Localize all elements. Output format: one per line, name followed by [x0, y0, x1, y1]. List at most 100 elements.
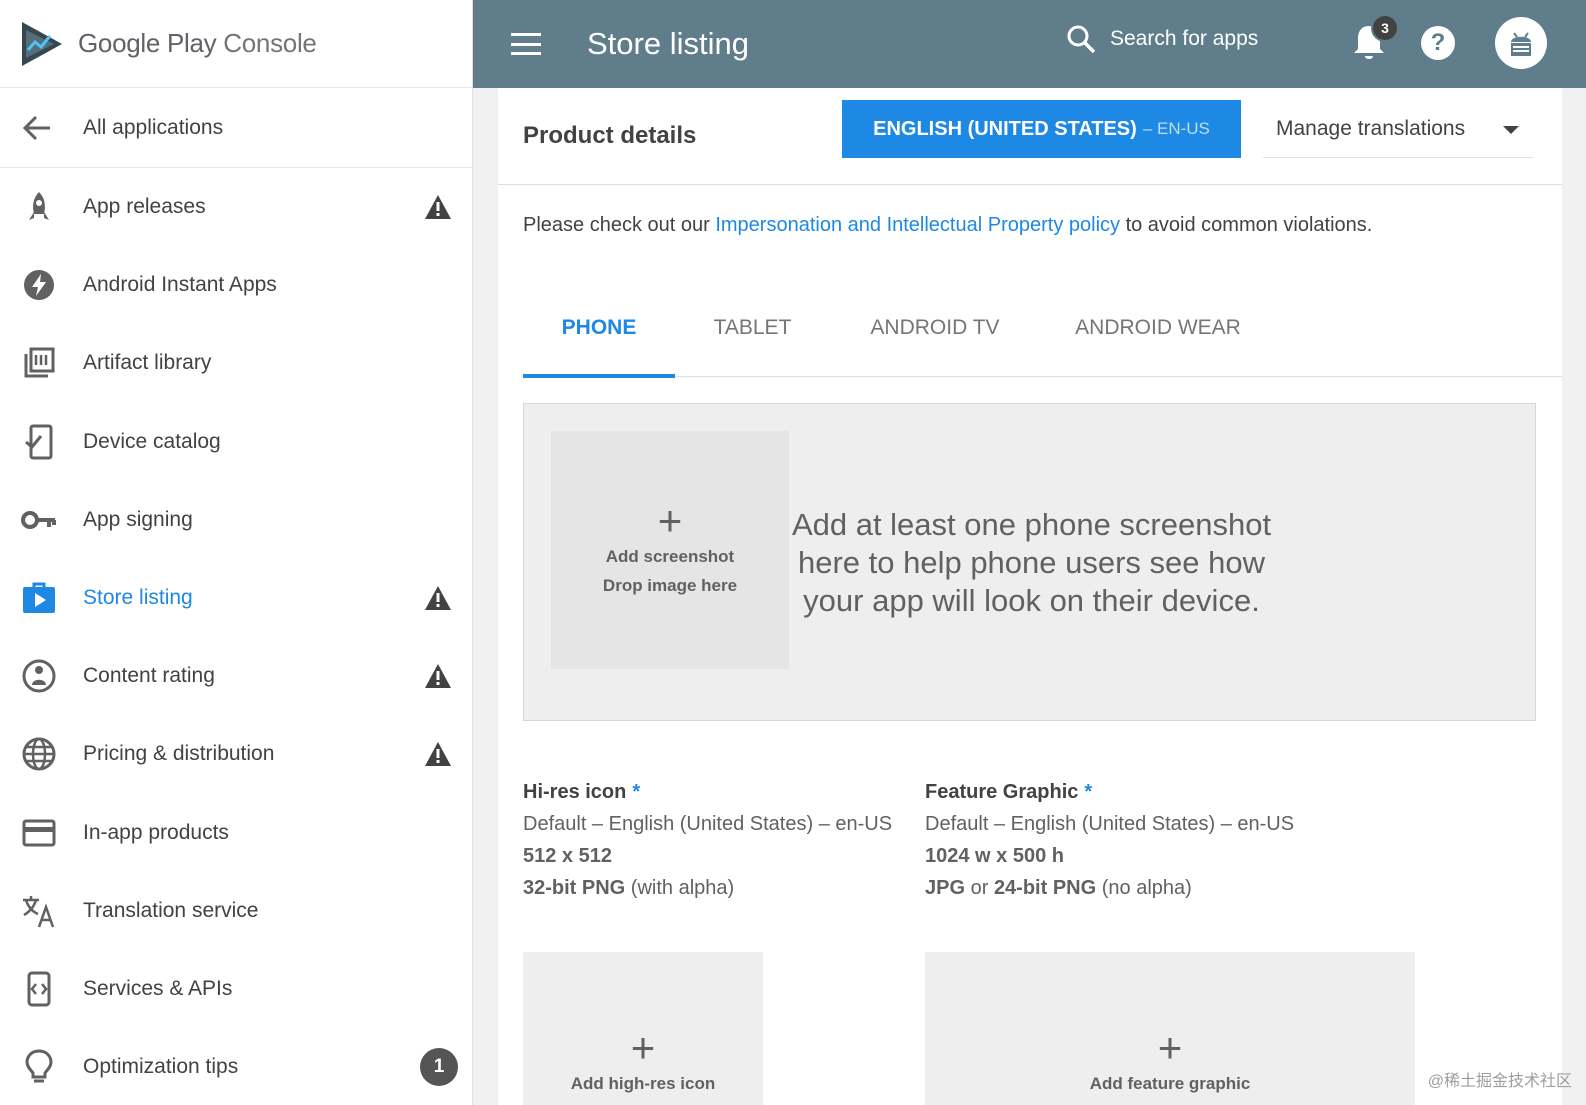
product-details-header: Product details ENGLISH (UNITED STATES) …: [498, 88, 1562, 185]
help-icon[interactable]: ?: [1421, 26, 1455, 60]
account-avatar[interactable]: [1495, 17, 1547, 69]
policy-notice: Please check out our Impersonation and I…: [523, 214, 1372, 237]
bolt-icon: [20, 266, 58, 304]
brand-google-play: Google Play: [78, 28, 217, 58]
sidebar-item-app-releases[interactable]: App releases: [0, 168, 472, 246]
add-hires-icon-label: Add high-res icon: [570, 1074, 716, 1093]
plus-icon: +: [630, 1024, 656, 1071]
device-check-icon: [20, 423, 58, 461]
all-applications-link[interactable]: All applications: [0, 88, 472, 168]
translate-icon: [20, 892, 58, 930]
device-tabs: PHONE TABLET ANDROID TV ANDROID WEAR: [523, 278, 1562, 378]
sidebar-item-artifact-library[interactable]: Artifact library: [0, 324, 472, 402]
sidebar: Google Play Console All applications App…: [0, 0, 473, 1105]
brand-name: Google Play Console: [78, 28, 317, 59]
notification-count-badge: 3: [1371, 14, 1399, 42]
search-apps[interactable]: Search for apps: [1066, 24, 1258, 54]
sidebar-item-label: Services & APIs: [83, 976, 233, 1000]
top-app-bar: Store listing Search for apps 3 ?: [473, 0, 1586, 88]
policy-text-after: to avoid common violations.: [1120, 214, 1373, 236]
language-code: – EN-US: [1142, 119, 1210, 138]
feature-graphic-default: Default – English (United States) – en-U…: [925, 813, 1295, 835]
main-content: Product details ENGLISH (UNITED STATES) …: [498, 88, 1562, 1105]
sidebar-item-label: App signing: [83, 507, 193, 531]
format-or: or: [965, 877, 994, 899]
sidebar-item-label: In-app products: [83, 820, 229, 844]
drop-image-label: Drop image here: [602, 576, 738, 595]
sidebar-item-label: Device catalog: [83, 429, 221, 453]
sidebar-item-label: Android Instant Apps: [83, 273, 277, 297]
feature-graphic-format-a: JPG: [925, 877, 966, 899]
warning-icon: [425, 195, 451, 220]
search-icon: [1067, 25, 1096, 54]
sidebar-item-optimization-tips[interactable]: Optimization tips 1: [0, 1028, 472, 1105]
policy-link[interactable]: Impersonation and Intellectual Property …: [715, 214, 1120, 236]
manage-translations-dropdown[interactable]: Manage translations: [1263, 100, 1533, 158]
api-icon: [20, 970, 58, 1008]
warning-icon: [425, 664, 451, 689]
add-feature-graphic-tile[interactable]: + Add feature graphic: [925, 952, 1415, 1105]
store-bag-icon: [20, 579, 58, 617]
tab-phone[interactable]: PHONE: [523, 278, 675, 378]
manage-translations-label: Manage translations: [1276, 116, 1466, 140]
sidebar-nav: App releases Android Instant Apps Artifa…: [0, 168, 472, 1105]
warning-icon: [425, 742, 451, 767]
page-title: Store listing: [587, 26, 749, 61]
sidebar-item-label: Pricing & distribution: [83, 742, 275, 766]
sidebar-item-app-signing[interactable]: App signing: [0, 481, 472, 559]
hires-icon-size: 512 x 512: [523, 845, 612, 867]
sidebar-item-content-rating[interactable]: Content rating: [0, 637, 472, 715]
hires-icon-format-note: (with alpha): [625, 877, 735, 899]
add-screenshot-label: Add screenshot: [605, 547, 735, 566]
all-applications-label: All applications: [83, 115, 224, 139]
sidebar-item-label: Content rating: [83, 664, 215, 688]
feature-graphic-info: Feature Graphic * Default – English (Unit…: [925, 776, 1345, 904]
hamburger-menu-icon[interactable]: [511, 33, 541, 55]
tips-count-badge: 1: [420, 1048, 458, 1087]
plus-icon: +: [657, 497, 683, 544]
watermark: @稀土掘金技术社区: [1427, 1073, 1572, 1090]
play-console-logo: [22, 21, 62, 66]
feature-graphic-title: Feature Graphic: [925, 781, 1079, 803]
sidebar-item-label: Artifact library: [83, 351, 212, 375]
rocket-icon: [20, 188, 58, 226]
screenshot-hint: Add at least one phone screenshot here t…: [791, 507, 1272, 618]
add-screenshot-tile[interactable]: + Add screenshot Drop image here: [551, 431, 789, 669]
tab-tablet[interactable]: TABLET: [675, 278, 830, 377]
screenshot-dropzone[interactable]: + Add screenshot Drop image here Add at …: [523, 403, 1536, 721]
plus-icon: +: [1157, 1024, 1183, 1071]
chevron-down-icon: [1503, 126, 1519, 134]
brand-console: Console: [223, 28, 317, 58]
globe-icon: [20, 735, 58, 773]
product-details-title: Product details: [523, 122, 697, 149]
required-marker: *: [1084, 781, 1093, 803]
sidebar-item-label: Store listing: [83, 586, 193, 610]
library-icon: [20, 344, 58, 382]
tab-android-wear[interactable]: ANDROID WEAR: [1040, 278, 1276, 377]
key-icon: [20, 501, 58, 539]
rating-icon: [20, 657, 58, 695]
add-feature-graphic-label: Add feature graphic: [1089, 1074, 1251, 1093]
feature-graphic-size: 1024 w x 500 h: [925, 845, 1064, 867]
language-button[interactable]: ENGLISH (UNITED STATES) – EN-US: [842, 100, 1241, 158]
brand-header[interactable]: Google Play Console: [0, 0, 472, 88]
sidebar-item-translation-service[interactable]: Translation service: [0, 872, 472, 950]
sidebar-item-store-listing[interactable]: Store listing: [0, 559, 472, 637]
search-placeholder: Search for apps: [1110, 27, 1259, 50]
hires-icon-info: Hi-res icon * Default – English (United S…: [523, 776, 913, 904]
sidebar-item-services-apis[interactable]: Services & APIs: [0, 950, 472, 1028]
sidebar-item-in-app-products[interactable]: In-app products: [0, 794, 472, 872]
sidebar-item-label: App releases: [83, 195, 206, 219]
sidebar-item-instant-apps[interactable]: Android Instant Apps: [0, 246, 472, 324]
hires-icon-title: Hi-res icon: [523, 781, 627, 803]
arrow-back-icon: [22, 115, 56, 141]
tab-android-tv[interactable]: ANDROID TV: [830, 278, 1040, 377]
hires-icon-default: Default – English (United States) – en-U…: [523, 813, 893, 835]
warning-icon: [425, 586, 451, 611]
card-icon: [20, 814, 58, 852]
add-hires-icon-tile[interactable]: + Add high-res icon: [523, 952, 763, 1105]
sidebar-item-pricing[interactable]: Pricing & distribution: [0, 715, 472, 793]
sidebar-item-device-catalog[interactable]: Device catalog: [0, 403, 472, 481]
feature-graphic-format-b: 24-bit PNG: [993, 877, 1097, 899]
hires-icon-format: 32-bit PNG: [523, 877, 626, 899]
